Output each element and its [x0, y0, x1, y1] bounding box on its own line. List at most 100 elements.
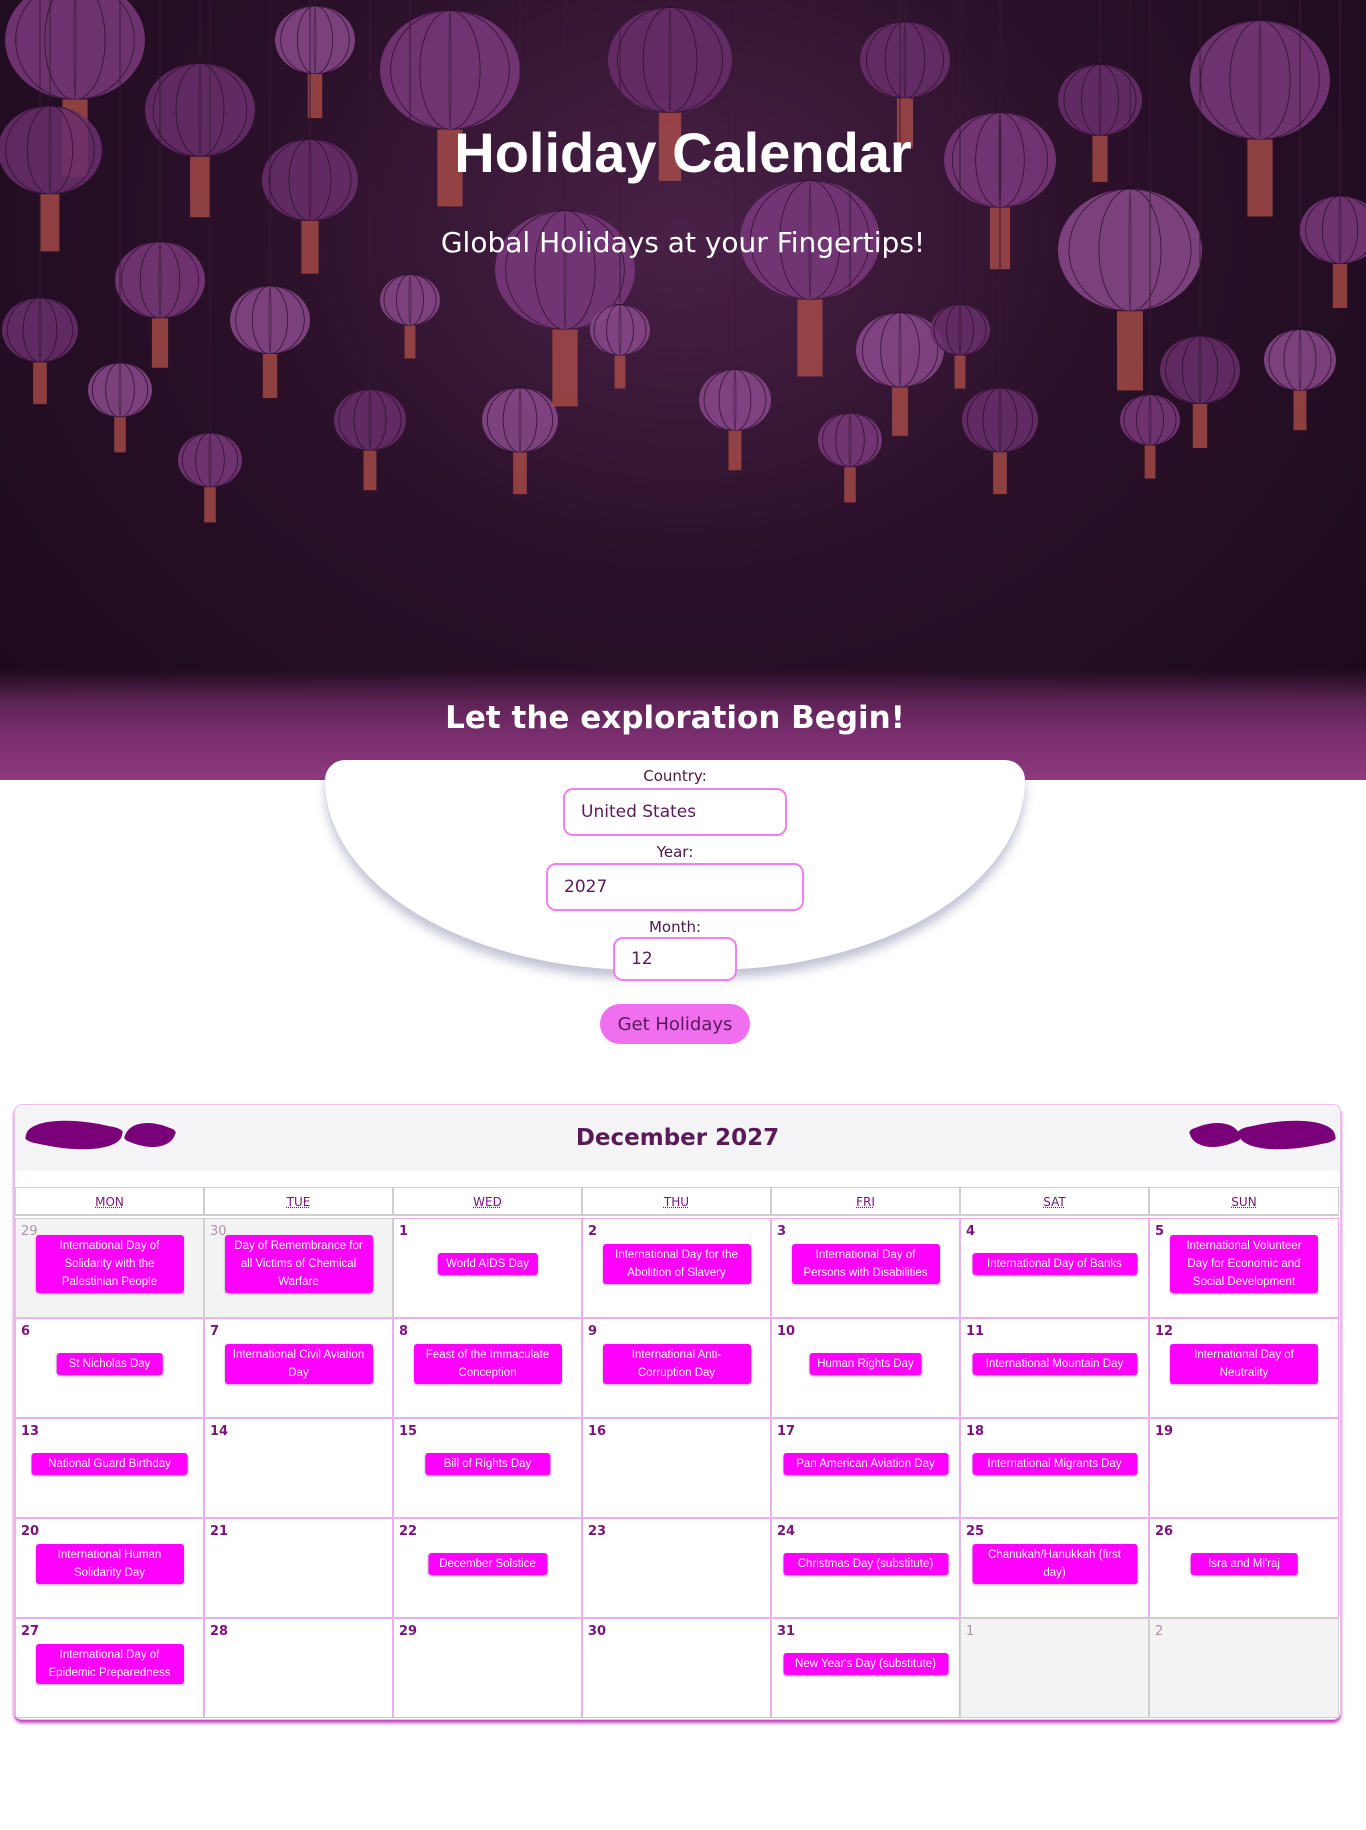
calendar-day-cell[interactable]: 1	[960, 1618, 1149, 1718]
day-number: 25	[966, 1524, 985, 1539]
calendar-day-cell[interactable]: 2 International Day for the Abolition of …	[582, 1218, 771, 1318]
holiday-event[interactable]: Christmas Day (substitute)	[783, 1553, 948, 1575]
calendar-day-cell[interactable]: 26 Isra and Mi'raj	[1149, 1518, 1339, 1618]
lantern	[699, 369, 771, 431]
day-number: 30	[588, 1624, 607, 1639]
holiday-event[interactable]: Day of Remembrance for all Victims of Ch…	[224, 1235, 373, 1293]
calendar-day-cell[interactable]: 3 International Day of Persons with Disab…	[771, 1218, 960, 1318]
day-number: 31	[777, 1624, 796, 1639]
holiday-event[interactable]: Chanukah/Hanukkah (first day)	[972, 1544, 1137, 1584]
lantern	[1160, 336, 1240, 404]
calendar-day-cell[interactable]: 19	[1149, 1418, 1339, 1518]
holiday-event[interactable]: International Human Solidarity Day	[35, 1544, 184, 1584]
holiday-event[interactable]: International Day of Neutrality	[1170, 1344, 1318, 1384]
holiday-event[interactable]: Feast of the Immaculate Conception	[413, 1344, 562, 1384]
holiday-event[interactable]: Bill of Rights Day	[424, 1453, 551, 1475]
calendar-day-cell[interactable]: 14	[204, 1418, 393, 1518]
holiday-event[interactable]: St Nicholas Day	[56, 1353, 163, 1375]
day-number: 3	[777, 1224, 787, 1239]
lantern	[2, 297, 78, 363]
calendar-day-cell[interactable]: 1 World AIDS Day	[393, 1218, 582, 1318]
calendar-day-cell[interactable]: 21	[204, 1518, 393, 1618]
holiday-event[interactable]: National Guard Birthday	[31, 1453, 188, 1475]
calendar-day-cell[interactable]: 11 International Mountain Day	[960, 1318, 1149, 1418]
calendar-day-cell[interactable]: 5 International Volunteer Day for Economi…	[1149, 1218, 1339, 1318]
lantern-tassel	[797, 299, 823, 377]
year-value: 2027	[564, 877, 608, 897]
day-number: 7	[210, 1324, 220, 1339]
weekday-header-row: MON TUE WED THU FRI SAT SUN	[15, 1187, 1340, 1217]
calendar-day-cell[interactable]: 17 Pan American Aviation Day	[771, 1418, 960, 1518]
holiday-event[interactable]: December Solstice	[427, 1553, 548, 1575]
calendar-day-cell[interactable]: 27 International Day of Epidemic Prepared…	[15, 1618, 204, 1718]
get-holidays-button[interactable]: Get Holidays	[600, 1004, 750, 1044]
holiday-event[interactable]: International Day of Epidemic Preparedne…	[35, 1644, 184, 1684]
country-field[interactable]: United States	[563, 788, 787, 836]
holiday-event[interactable]: International Civil Aviation Day	[224, 1344, 373, 1384]
holiday-event[interactable]: International Anti-Corruption Day	[602, 1344, 751, 1384]
calendar-day-cell[interactable]: 15 Bill of Rights Day	[393, 1418, 582, 1518]
hero-tagline: Let the exploration Begin!	[445, 700, 905, 736]
calendar-day-cell[interactable]: 18 International Migrants Day	[960, 1418, 1149, 1518]
holiday-event[interactable]: International Mountain Day	[972, 1353, 1137, 1375]
month-field[interactable]: 12	[613, 937, 737, 981]
day-number: 19	[1155, 1424, 1174, 1439]
hero-banner: Holiday Calendar Global Holidays at your…	[0, 0, 1366, 780]
holiday-event[interactable]: New Year's Day (substitute)	[783, 1653, 948, 1675]
holiday-calendar: December 2027 MON TUE WED THU FRI SAT SUN 29 In…	[14, 1104, 1341, 1720]
holiday-event[interactable]: International Migrants Day	[972, 1453, 1137, 1475]
day-number: 5	[1155, 1224, 1165, 1239]
calendar-month-title: December 2027	[575, 1125, 780, 1151]
calendar-day-cell[interactable]: 30 Day of Remembrance for all Victims of …	[204, 1218, 393, 1318]
calendar-day-cell[interactable]: 13 National Guard Birthday	[15, 1418, 204, 1518]
holiday-event[interactable]: International Volunteer Day for Economic…	[1170, 1235, 1318, 1293]
weekday-header: MON	[15, 1187, 204, 1216]
holiday-event[interactable]: International Day of Banks	[972, 1253, 1137, 1275]
lantern-tassel	[262, 354, 278, 398]
calendar-day-cell[interactable]: 6 St Nicholas Day	[15, 1318, 204, 1418]
holiday-event[interactable]: International Day of Persons with Disabi…	[791, 1244, 940, 1284]
lantern	[590, 304, 650, 356]
lantern-tassel	[844, 467, 856, 503]
calendar-day-cell[interactable]: 28	[204, 1618, 393, 1718]
day-number: 11	[966, 1324, 985, 1339]
weekday-header: THU	[582, 1187, 771, 1216]
calendar-day-cell[interactable]: 12 International Day of Neutrality	[1149, 1318, 1339, 1418]
lantern	[860, 21, 950, 99]
calendar-day-cell[interactable]: 20 International Human Solidarity Day	[15, 1518, 204, 1618]
weekday-header: SAT	[960, 1187, 1149, 1216]
holiday-event[interactable]: Pan American Aviation Day	[783, 1453, 948, 1475]
calendar-day-cell[interactable]: 24 Christmas Day (substitute)	[771, 1518, 960, 1618]
calendar-day-cell[interactable]: 9 International Anti-Corruption Day	[582, 1318, 771, 1418]
day-number: 28	[210, 1624, 229, 1639]
holiday-event[interactable]: Human Rights Day	[809, 1353, 922, 1375]
holiday-event[interactable]: World AIDS Day	[437, 1253, 538, 1275]
calendar-day-cell[interactable]: 30	[582, 1618, 771, 1718]
calendar-day-cell[interactable]: 22 December Solstice	[393, 1518, 582, 1618]
day-number: 26	[1155, 1524, 1174, 1539]
lantern-tassel	[1144, 445, 1156, 479]
calendar-day-cell[interactable]: 29 International Day of Solidarity with t…	[15, 1218, 204, 1318]
calendar-day-cell[interactable]: 29	[393, 1618, 582, 1718]
lantern	[334, 389, 406, 451]
calendar-day-cell[interactable]: 31 New Year's Day (substitute)	[771, 1618, 960, 1718]
calendar-day-cell[interactable]: 4 International Day of Banks	[960, 1218, 1149, 1318]
lantern	[380, 274, 440, 326]
calendar-day-cell[interactable]: 2	[1149, 1618, 1339, 1718]
day-number: 6	[21, 1324, 31, 1339]
holiday-event[interactable]: Isra and Mi'raj	[1190, 1553, 1298, 1575]
lantern-tassel	[404, 325, 416, 359]
calendar-day-cell[interactable]: 10 Human Rights Day	[771, 1318, 960, 1418]
calendar-day-cell[interactable]: 25 Chanukah/Hanukkah (first day)	[960, 1518, 1149, 1618]
calendar-day-cell[interactable]: 23	[582, 1518, 771, 1618]
day-number: 2	[1155, 1624, 1164, 1639]
calendar-day-cell[interactable]: 16	[582, 1418, 771, 1518]
calendar-day-cell[interactable]: 7 International Civil Aviation Day	[204, 1318, 393, 1418]
calendar-day-cell[interactable]: 8 Feast of the Immaculate Conception	[393, 1318, 582, 1418]
lantern	[1120, 394, 1180, 446]
weekday-header: SUN	[1149, 1187, 1339, 1216]
lantern	[1264, 329, 1336, 391]
holiday-event[interactable]: International Day for the Abolition of S…	[602, 1244, 751, 1284]
year-field[interactable]: 2027	[546, 863, 804, 911]
holiday-event[interactable]: International Day of Solidarity with the…	[35, 1235, 184, 1293]
